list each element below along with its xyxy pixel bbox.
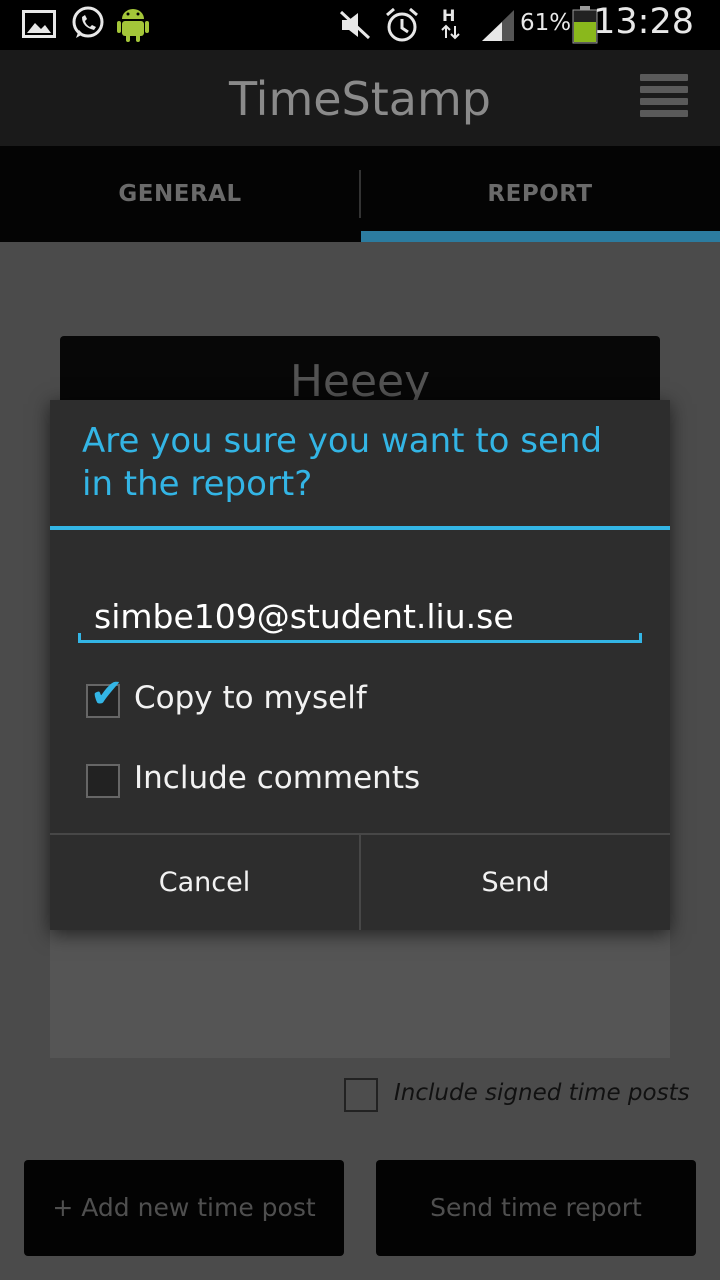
hspa-icon: H [440, 6, 462, 46]
cancel-button[interactable]: Cancel [50, 835, 359, 930]
action-bar: TimeStamp [0, 50, 720, 146]
status-bar: H 61% 13:28 [0, 0, 720, 50]
selected-tab-indicator [361, 231, 720, 242]
battery-percent: 61% [520, 10, 572, 36]
add-time-post-button[interactable]: + Add new time post [24, 1160, 344, 1256]
clock: 13:28 [593, 2, 694, 42]
include-signed-label: Include signed time posts [394, 1080, 690, 1106]
app-title: TimeStamp [228, 72, 491, 126]
report-title-card: Heeey [60, 336, 660, 406]
gallery-icon [22, 10, 56, 42]
mute-icon [338, 8, 372, 46]
overflow-menu-icon[interactable] [640, 74, 688, 124]
copy-to-myself-label: Copy to myself [134, 680, 367, 716]
alarm-icon [384, 6, 420, 48]
include-signed-row[interactable]: Include signed time posts [344, 1078, 694, 1112]
send-button[interactable]: Send [361, 835, 670, 930]
include-comments-label: Include comments [134, 760, 421, 796]
svg-text:H: H [442, 6, 455, 25]
signal-icon [480, 8, 516, 46]
email-field[interactable] [78, 590, 656, 642]
whatsapp-icon [70, 5, 106, 45]
dialog-title: Are you sure you want to send in the rep… [82, 421, 603, 504]
copy-to-myself-row[interactable]: ✔ Copy to myself [86, 674, 646, 724]
report-title: Heeey [289, 356, 431, 406]
checkmark-icon: ✔ [90, 671, 124, 717]
copy-to-myself-checkbox[interactable]: ✔ [86, 674, 124, 718]
tab-general[interactable]: GENERAL [0, 146, 360, 242]
email-field-underline [78, 633, 642, 643]
include-comments-checkbox[interactable] [86, 764, 120, 798]
tab-report[interactable]: REPORT [360, 146, 720, 242]
send-report-dialog: Are you sure you want to send in the rep… [50, 400, 670, 930]
include-comments-row[interactable]: Include comments [86, 760, 646, 804]
tab-bar: GENERAL REPORT [0, 146, 720, 242]
include-signed-checkbox[interactable] [344, 1078, 378, 1112]
android-icon [116, 4, 150, 48]
send-time-report-button[interactable]: Send time report [376, 1160, 696, 1256]
dialog-title-divider [50, 526, 670, 530]
